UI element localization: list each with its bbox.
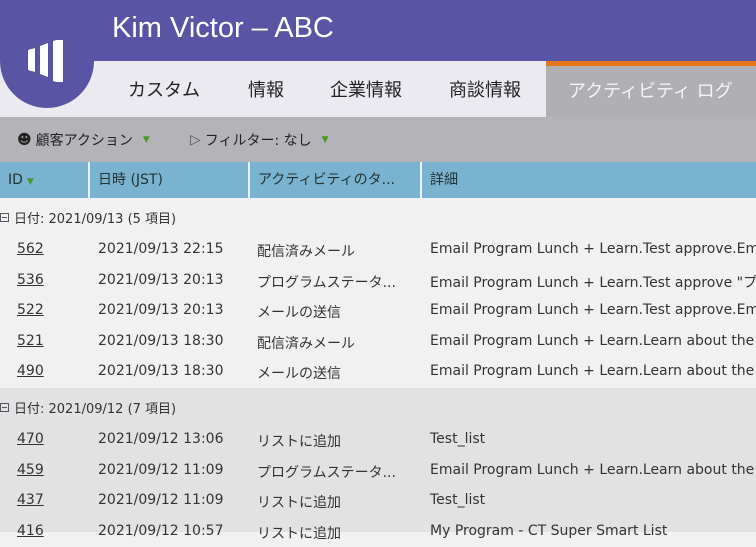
- table-row[interactable]: 459 2021/09/12 11:09 プログラムステータ... Email Pro…: [0, 456, 756, 486]
- collapse-icon[interactable]: [0, 213, 9, 222]
- filter-label: フィルター: なし: [204, 133, 312, 149]
- activity-datetime: 2021/09/13 22:15: [98, 241, 224, 257]
- table-row[interactable]: 470 2021/09/12 13:06 リストに追加 Test_list: [0, 425, 756, 455]
- activity-datetime: 2021/09/13 18:30: [98, 363, 224, 379]
- tab-company-info[interactable]: 企業情報: [330, 61, 402, 117]
- group-header[interactable]: 日付: 2021/09/13 (5 項目): [0, 208, 176, 227]
- page-title: Kim Victor – ABC: [112, 12, 334, 44]
- column-datetime[interactable]: 日時 (JST): [90, 162, 250, 198]
- activity-type: 配信済みメール: [257, 335, 355, 352]
- activity-type: リストに追加: [257, 525, 341, 542]
- tab-bar: カスタム 情報 企業情報 商談情報 アクティビティ ログ: [0, 61, 756, 117]
- tab-info[interactable]: 情報: [248, 61, 284, 117]
- column-activity-type[interactable]: アクティビティのタ...: [250, 162, 422, 198]
- tab-custom[interactable]: カスタム: [128, 61, 200, 117]
- activity-id-link[interactable]: 490: [17, 363, 44, 379]
- activity-detail: Email Program Lunch + Learn.Learn about …: [430, 461, 756, 478]
- toolbar: ☻ 顧客アクション ▼ ▷ フィルター: なし ▼: [0, 117, 756, 162]
- sort-arrow-icon: ▼: [26, 177, 34, 187]
- activity-datetime: 2021/09/12 11:09: [98, 492, 224, 508]
- group-label: 日付: 2021/09/12 (7 項目): [14, 402, 177, 417]
- activity-id-link[interactable]: 522: [17, 302, 44, 318]
- date-group: 日付: 2021/09/12 (7 項目) 470 2021/09/12 13:06…: [0, 388, 756, 542]
- activity-type: 配信済みメール: [257, 244, 355, 260]
- activity-datetime: 2021/09/13 18:30: [98, 332, 224, 349]
- dropdown-arrow-icon: ▼: [142, 135, 150, 145]
- filter-button[interactable]: ▷ フィルター: なし ▼: [190, 130, 329, 150]
- table-row[interactable]: 536 2021/09/13 20:13 プログラムステータ... Email Pro…: [0, 266, 756, 296]
- activity-detail: Email Program Lunch + Learn.Learn about …: [430, 363, 756, 379]
- table-row[interactable]: 562 2021/09/13 22:15 配信済みメール Email Program …: [0, 235, 756, 265]
- activity-detail: Test_list: [430, 431, 486, 447]
- activity-detail: My Program - CT Super Smart List: [430, 522, 668, 539]
- activity-datetime: 2021/09/12 13:06: [98, 431, 224, 447]
- activity-type: メールの送信: [257, 366, 341, 382]
- activity-detail: Email Program Lunch + Learn.Learn about …: [430, 332, 756, 349]
- marketo-logo-icon: [0, 14, 94, 108]
- collapse-icon[interactable]: [0, 403, 9, 412]
- table-row[interactable]: 521 2021/09/13 18:30 配信済みメール Email Program …: [0, 327, 756, 357]
- activity-datetime: 2021/09/12 11:09: [98, 461, 224, 478]
- date-group: 日付: 2021/09/13 (5 項目) 562 2021/09/13 22:15…: [0, 198, 756, 388]
- activity-id-link[interactable]: 536: [17, 272, 44, 288]
- activity-type: リストに追加: [257, 495, 341, 511]
- person-icon: ☻: [17, 132, 32, 148]
- activity-detail: Email Program Lunch + Learn.Test approve…: [430, 302, 756, 318]
- activity-id-link[interactable]: 437: [17, 492, 44, 508]
- table-row[interactable]: 522 2021/09/13 20:13 メールの送信 Email Program L…: [0, 296, 756, 326]
- group-label: 日付: 2021/09/13 (5 項目): [14, 212, 177, 227]
- activity-datetime: 2021/09/13 20:13: [98, 302, 224, 318]
- activity-detail: Email Program Lunch + Learn.Test approve…: [430, 274, 756, 291]
- header-bar: Kim Victor – ABC: [0, 0, 756, 61]
- activity-id-link[interactable]: 416: [17, 523, 44, 539]
- dropdown-arrow-icon: ▼: [321, 135, 329, 145]
- activity-type: プログラムステータ...: [257, 274, 396, 291]
- table-header: ID ▼ 日時 (JST) アクティビティのタ... 詳細: [0, 162, 756, 198]
- tab-activity-log[interactable]: アクティビティ ログ: [546, 61, 756, 117]
- activity-type: リストに追加: [257, 434, 341, 450]
- customer-action-label: 顧客アクション: [35, 133, 133, 149]
- activity-id-link[interactable]: 470: [17, 431, 44, 447]
- column-detail[interactable]: 詳細: [422, 162, 756, 198]
- activity-id-link[interactable]: 459: [17, 462, 44, 478]
- column-id[interactable]: ID ▼: [0, 162, 90, 198]
- group-header[interactable]: 日付: 2021/09/12 (7 項目): [0, 398, 176, 417]
- table-row[interactable]: 490 2021/09/13 18:30 メールの送信 Email Program L…: [0, 357, 756, 387]
- activity-id-link[interactable]: 521: [17, 333, 44, 349]
- activity-detail: Email Program Lunch + Learn.Test approve…: [430, 241, 756, 257]
- activity-type: プログラムステータ...: [257, 464, 396, 481]
- activity-datetime: 2021/09/12 10:57: [98, 522, 224, 539]
- table-row[interactable]: 437 2021/09/12 11:09 リストに追加 Test_list: [0, 486, 756, 516]
- column-label: ID: [8, 172, 23, 188]
- activity-type: メールの送信: [257, 305, 341, 321]
- activity-datetime: 2021/09/13 20:13: [98, 271, 224, 288]
- activity-detail: Test_list: [430, 492, 486, 508]
- customer-action-button[interactable]: ☻ 顧客アクション ▼: [17, 130, 150, 150]
- funnel-icon: ▷: [190, 132, 201, 148]
- activity-id-link[interactable]: 562: [17, 241, 44, 257]
- tab-opportunity-info[interactable]: 商談情報: [449, 61, 521, 117]
